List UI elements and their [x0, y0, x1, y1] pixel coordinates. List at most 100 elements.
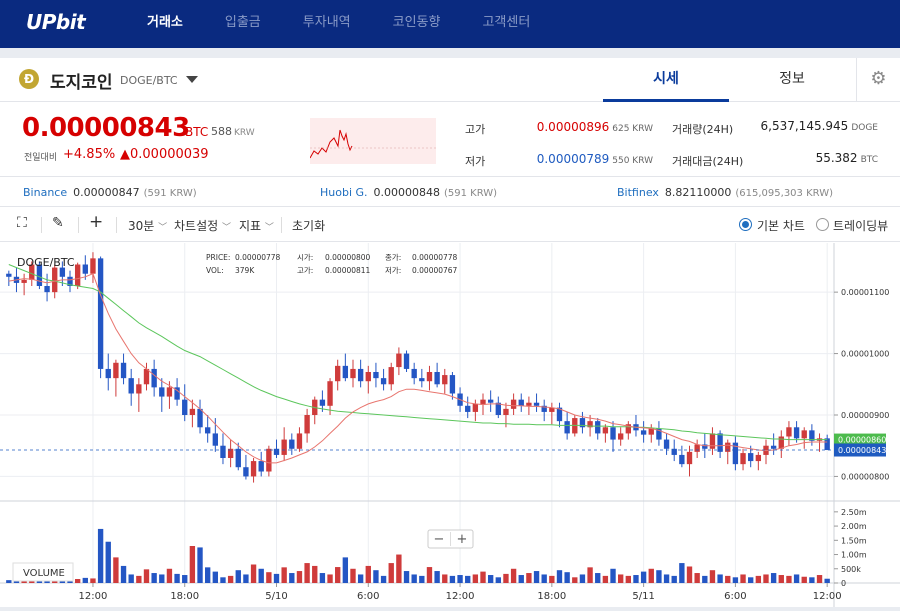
volume-bar — [732, 577, 739, 583]
candle-body — [235, 448, 241, 468]
high-krw: 625 KRW — [612, 124, 653, 134]
price-chart[interactable]: 0.00001100 0.00001000 0.00000900 0.00000800… — [0, 243, 900, 607]
nav-investments[interactable]: 투자내역 — [282, 0, 372, 48]
candle-body — [266, 448, 272, 472]
candle-body — [694, 444, 700, 452]
candle-body — [6, 273, 12, 277]
tab-info[interactable]: 정보 — [729, 58, 855, 102]
volume-bar — [442, 574, 448, 583]
radio-basic-chart[interactable] — [739, 218, 752, 231]
upbit-logo[interactable]: UPbit — [26, 10, 86, 34]
exchange-krw: (591 KRW) — [143, 188, 197, 199]
radio-basic-label[interactable]: 기본 차트 — [757, 217, 805, 234]
candle-body — [380, 378, 387, 385]
volume-bar — [809, 577, 815, 583]
chevron-down-icon[interactable] — [186, 76, 198, 83]
volume-bar — [679, 563, 685, 583]
current-price: 0.00000843 — [22, 113, 190, 143]
candle-body — [442, 375, 448, 385]
volume-bar — [90, 578, 96, 583]
zoom-out-button[interactable]: − — [434, 532, 445, 547]
volume-bar — [373, 570, 379, 583]
candle-body — [304, 415, 310, 434]
candle-body — [487, 399, 494, 403]
chart-settings-menu[interactable]: 차트설정 ﹀ — [174, 217, 231, 234]
exchange-name[interactable]: Binance — [23, 186, 67, 199]
reset-button[interactable]: 초기화 — [292, 217, 325, 234]
volume-bar — [411, 574, 417, 583]
volume-bar — [640, 571, 647, 583]
volume-label-box: VOLUME — [12, 562, 74, 582]
tab-price[interactable]: 시세 — [603, 58, 729, 102]
candle-body — [465, 405, 471, 412]
volume-bar — [166, 568, 173, 583]
volume-bar — [113, 557, 119, 583]
volume-bar — [510, 568, 517, 583]
volume-bar — [319, 573, 326, 583]
candle-body — [449, 375, 456, 394]
volume-bar — [472, 574, 479, 583]
indicators-menu[interactable]: 지표 ﹀ — [239, 217, 274, 234]
volume-bar — [587, 567, 593, 583]
x-tick-label: 5/10 — [265, 591, 287, 602]
info-price-label: PRICE: — [206, 253, 230, 262]
volume-bar — [770, 573, 777, 583]
current-price-tag-text: 0.00000843 — [838, 446, 886, 455]
volume-bar — [159, 574, 165, 583]
ma-tag-text: 0.00000860 — [838, 436, 886, 445]
high-value: 0.00000896 625 KRW — [500, 120, 653, 134]
low-krw: 550 KRW — [612, 156, 653, 166]
volume-bar — [709, 570, 716, 583]
chevron-down-icon: ﹀ — [264, 223, 274, 233]
nav-coin-trends[interactable]: 코인동향 — [372, 0, 462, 48]
coin-panel: Ð 도지코인 DOGE/BTC 시세 정보 ⚙ 0.00000843 BTC 5… — [0, 58, 900, 607]
y-tick-label: 0.00000800 — [841, 472, 889, 481]
interval-select[interactable]: 30분 ﹀ — [128, 217, 167, 234]
nav-support[interactable]: 고객센터 — [461, 0, 551, 48]
candle-body — [74, 264, 81, 286]
exchange-name[interactable]: Huobi G. — [320, 186, 368, 199]
volume-bar — [357, 574, 364, 583]
nav-exchange[interactable]: 거래소 — [126, 0, 204, 48]
volume-bar — [480, 571, 486, 583]
chart-title: DOGE/BTC — [17, 256, 75, 269]
volume-bar — [235, 570, 241, 583]
pencil-icon[interactable]: ✎ — [52, 215, 64, 231]
chart-svg[interactable]: 0.00001100 0.00001000 0.00000900 0.00000800… — [0, 243, 900, 607]
candle-body — [610, 427, 616, 440]
candle-body — [44, 286, 50, 293]
radio-tradingview-label[interactable]: 트레이딩뷰 — [833, 217, 888, 234]
volume-bar — [793, 574, 800, 583]
candle-body — [373, 372, 379, 379]
zoom-in-button[interactable]: + — [457, 532, 468, 547]
volume-bar — [595, 573, 601, 583]
candle-body — [52, 267, 58, 293]
chart-toolbar: ⛶ ✎ + 30분 ﹀ 차트설정 ﹀ 지표 ﹀ 초기화 기본 차트 트레이딩뷰 — [0, 208, 900, 242]
candle-body — [472, 403, 479, 412]
crosshair-icon[interactable]: + — [89, 212, 103, 232]
low-price: 0.00000789 — [536, 152, 610, 166]
fullscreen-icon[interactable]: ⛶ — [17, 215, 27, 231]
volume-bar — [533, 571, 540, 583]
candle-body — [617, 433, 624, 440]
volume-tick-label: 0 — [841, 579, 846, 588]
radio-tradingview[interactable] — [816, 218, 829, 231]
volume-bar — [350, 568, 356, 583]
candle-body — [778, 436, 784, 449]
volume-bar — [136, 575, 142, 583]
toolbar-divider — [41, 217, 42, 233]
exchange-name[interactable]: Bitfinex — [617, 186, 659, 199]
candle-body — [518, 399, 524, 406]
high-label: 고가 — [465, 123, 486, 136]
exchange-value: 0.00000847 — [73, 186, 140, 199]
high-price: 0.00000896 — [536, 120, 610, 134]
volume-bar — [273, 573, 280, 583]
gear-icon[interactable]: ⚙ — [856, 58, 900, 102]
exchange-value: 8.82110000 — [664, 186, 732, 199]
volume-bar — [518, 575, 524, 583]
toolbar-divider — [281, 217, 282, 233]
nav-deposit[interactable]: 입출금 — [204, 0, 282, 48]
candle-body — [281, 439, 287, 455]
candle-body — [136, 384, 142, 394]
volume-bar — [602, 575, 609, 583]
